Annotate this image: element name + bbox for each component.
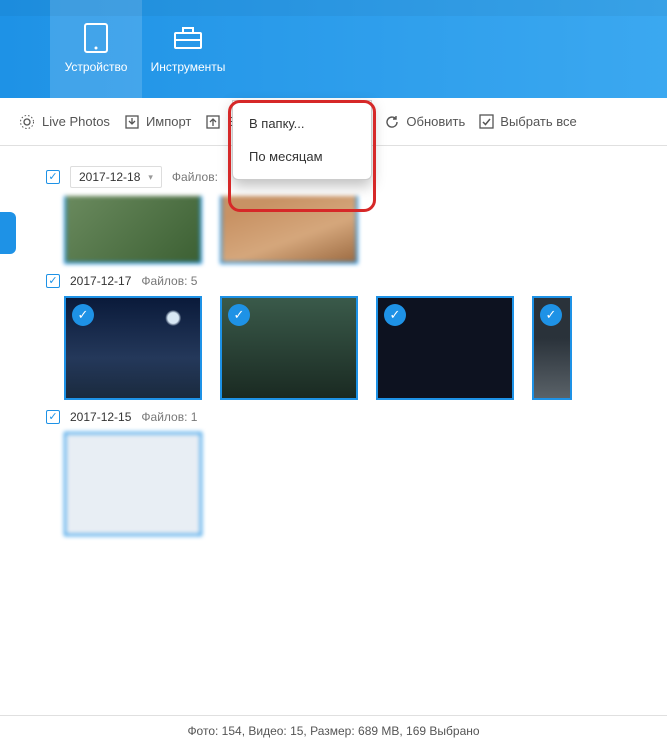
photo-thumbnail[interactable]: [64, 432, 202, 536]
group-header: 2017-12-17 Файлов: 5: [46, 274, 621, 288]
window-titlebar: [0, 0, 667, 16]
files-count: Файлов:: [172, 170, 218, 184]
selectall-button[interactable]: Выбрать все: [479, 114, 576, 129]
refresh-button[interactable]: Обновить: [384, 114, 465, 130]
tab-tools-label: Инструменты: [151, 60, 226, 74]
export-by-month-item[interactable]: По месяцам: [233, 140, 371, 173]
tablet-icon: [79, 24, 113, 52]
group-checkbox[interactable]: [46, 410, 60, 424]
photo-thumbnail[interactable]: [220, 196, 358, 264]
checkbox-icon: [479, 114, 494, 129]
livephotos-icon: [18, 113, 36, 131]
top-navbar: Устройство Инструменты: [0, 0, 667, 98]
date-dropdown[interactable]: 2017-12-18 ▾: [70, 166, 162, 188]
export-dropdown-menu: В папку... По месяцам: [232, 100, 372, 180]
group-date: 2017-12-15: [70, 410, 131, 424]
selected-badge: [540, 304, 562, 326]
content-area: 2017-12-18 ▾ Файлов: 2017-12-17 Файлов: …: [0, 146, 667, 715]
group-header: 2017-12-15 Файлов: 1: [46, 410, 621, 424]
photo-thumbnail[interactable]: [220, 296, 358, 400]
photo-thumbnail[interactable]: [532, 296, 572, 400]
files-count: Файлов: 5: [141, 274, 197, 288]
export-to-folder-item[interactable]: В папку...: [233, 107, 371, 140]
photo-thumbnail[interactable]: [64, 196, 202, 264]
group-checkbox[interactable]: [46, 170, 60, 184]
status-bar: Фото: 154, Видео: 15, Размер: 689 MB, 16…: [0, 715, 667, 745]
group-checkbox[interactable]: [46, 274, 60, 288]
livephotos-button[interactable]: Live Photos: [18, 113, 110, 131]
photo-thumbnail[interactable]: [376, 296, 514, 400]
import-icon: [124, 114, 140, 130]
photo-thumbnail[interactable]: [64, 296, 202, 400]
tab-device-label: Устройство: [65, 60, 128, 74]
status-text: Фото: 154, Видео: 15, Размер: 689 MB, 16…: [187, 724, 479, 738]
export-icon: [205, 114, 221, 130]
selected-badge: [228, 304, 250, 326]
group-date: 2017-12-17: [70, 274, 131, 288]
import-button[interactable]: Импорт: [124, 114, 191, 130]
refresh-icon: [384, 114, 400, 130]
selected-badge: [72, 304, 94, 326]
files-count: Файлов: 1: [141, 410, 197, 424]
toolbox-icon: [171, 24, 205, 52]
chevron-down-icon: ▾: [148, 172, 153, 183]
selected-badge: [384, 304, 406, 326]
